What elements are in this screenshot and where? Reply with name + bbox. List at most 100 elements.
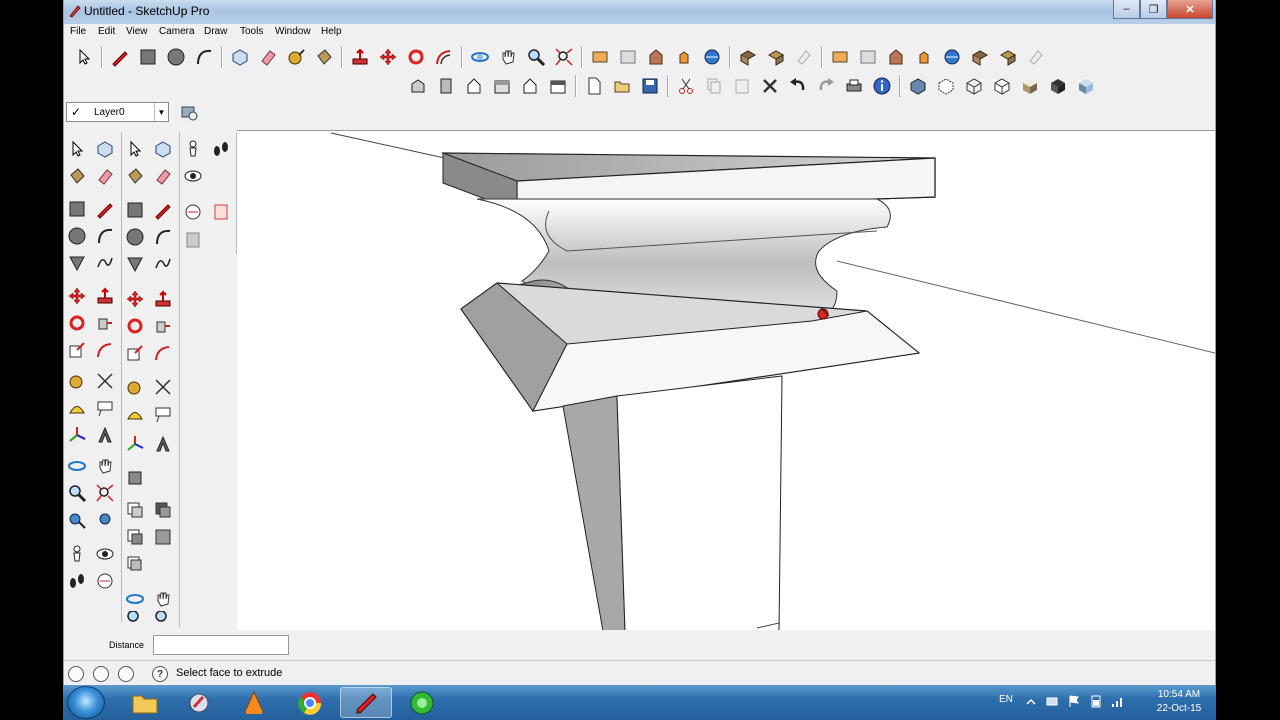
arc-icon[interactable] (93, 224, 117, 248)
follow-me-icon[interactable] (93, 311, 117, 335)
select-tool-button[interactable] (70, 44, 98, 70)
get-models-2-button[interactable] (938, 44, 966, 70)
text-icon[interactable] (93, 396, 117, 420)
zoom-button[interactable] (522, 44, 550, 70)
language-indicator[interactable]: EN (999, 694, 1013, 705)
next-view-icon[interactable] (93, 508, 117, 532)
get-models-button[interactable] (698, 44, 726, 70)
protractor-icon[interactable] (65, 396, 89, 420)
3d-text-icon[interactable] (151, 432, 175, 456)
tape-measure-icon[interactable] (123, 375, 147, 399)
paint-bucket-icon[interactable] (123, 164, 147, 188)
user-account-icon[interactable] (118, 666, 134, 682)
scale-icon[interactable] (123, 341, 147, 365)
rotate-tool-button[interactable] (402, 44, 430, 70)
arc-tool-button[interactable] (190, 44, 218, 70)
pencil-icon[interactable] (151, 198, 175, 222)
minimize-button[interactable]: ‒ (1113, 0, 1140, 19)
battery-icon[interactable] (1089, 694, 1103, 708)
menu-file[interactable]: File (70, 26, 86, 37)
share-model-button[interactable] (670, 44, 698, 70)
freehand-icon[interactable] (151, 252, 175, 276)
monochrome-style-button[interactable] (1072, 73, 1100, 99)
menu-camera[interactable]: Camera (159, 26, 195, 37)
xray-style-button[interactable] (904, 73, 932, 99)
eraser-icon[interactable] (151, 164, 175, 188)
text-icon[interactable] (151, 402, 175, 426)
dimension-icon[interactable] (151, 375, 175, 399)
hidden-line-style-button[interactable] (988, 73, 1016, 99)
right-view-button[interactable] (488, 73, 516, 99)
erase-button[interactable] (756, 73, 784, 99)
paint-bucket-button[interactable] (310, 44, 338, 70)
back-view-button[interactable] (516, 73, 544, 99)
back-edges-style-button[interactable] (932, 73, 960, 99)
rotate-icon[interactable] (65, 311, 89, 335)
layout-taskbar-button[interactable] (173, 687, 225, 718)
section-plane-icon[interactable] (181, 200, 205, 224)
share-model-2-button[interactable] (910, 44, 938, 70)
sketchup-taskbar-button[interactable] (340, 687, 392, 718)
drawing-viewport[interactable] (237, 130, 1215, 630)
3d-text-icon[interactable] (93, 423, 117, 447)
layer-dropdown[interactable]: ✓ Layer0 ▼ (66, 102, 169, 122)
credits-icon[interactable] (93, 666, 109, 682)
toggle-terrain-2-button[interactable] (854, 44, 882, 70)
add-location-button[interactable] (586, 44, 614, 70)
circle-icon[interactable] (123, 225, 147, 249)
look-around-icon[interactable] (181, 164, 205, 188)
geolocation-icon[interactable] (68, 666, 84, 682)
push-pull-icon[interactable] (93, 284, 117, 308)
orbit-icon[interactable] (123, 587, 147, 611)
measurements-input[interactable] (153, 635, 289, 655)
print-button[interactable] (840, 73, 868, 99)
previous-view-icon[interactable] (65, 508, 89, 532)
left-view-button[interactable] (544, 73, 572, 99)
position-camera-icon[interactable] (181, 137, 205, 161)
menu-tools[interactable]: Tools (240, 26, 263, 37)
chrome-taskbar-button[interactable] (284, 687, 336, 718)
polygon-icon[interactable] (123, 252, 147, 276)
menu-window[interactable]: Window (275, 26, 311, 37)
move-tool-button[interactable] (374, 44, 402, 70)
eraser-icon[interactable] (93, 164, 117, 188)
select-icon[interactable] (65, 137, 89, 161)
make-component-icon[interactable] (151, 137, 175, 161)
axes-icon[interactable] (65, 423, 89, 447)
circle-tool-button[interactable] (162, 44, 190, 70)
signal-strength-icon[interactable] (1111, 694, 1125, 708)
menu-help[interactable]: Help (321, 26, 342, 37)
iso-view-button[interactable] (404, 73, 432, 99)
look-around-icon[interactable] (93, 542, 117, 566)
push-pull-icon[interactable] (151, 287, 175, 311)
axes-icon[interactable] (123, 432, 147, 456)
menu-draw[interactable]: Draw (204, 26, 227, 37)
offset-icon[interactable] (93, 338, 117, 362)
orbit-icon[interactable] (65, 454, 89, 478)
orbit-button[interactable] (466, 44, 494, 70)
freehand-icon[interactable] (93, 251, 117, 275)
textured-style-button[interactable] (1044, 73, 1072, 99)
section-plane-icon[interactable] (123, 466, 147, 490)
pan-button[interactable] (494, 44, 522, 70)
vlc-taskbar-button[interactable] (228, 687, 280, 718)
circle-icon[interactable] (65, 224, 89, 248)
help-icon[interactable]: ? (152, 666, 168, 682)
maximize-button[interactable]: ❐ (1140, 0, 1167, 19)
section-cut-face-icon[interactable] (151, 525, 175, 549)
copy-button[interactable] (700, 73, 728, 99)
save-button[interactable] (636, 73, 664, 99)
add-location-2-button[interactable] (826, 44, 854, 70)
hand-icon[interactable] (93, 454, 117, 478)
network-icon[interactable] (1045, 694, 1059, 708)
dimension-icon[interactable] (93, 369, 117, 393)
eraser-tool-button[interactable] (254, 44, 282, 70)
zoom-window-icon[interactable] (151, 611, 175, 625)
toggle-terrain-button[interactable] (614, 44, 642, 70)
make-component-icon[interactable] (93, 137, 117, 161)
zoom-extents-icon[interactable] (93, 481, 117, 505)
display-section-icon[interactable] (181, 228, 205, 252)
magnifier-icon[interactable] (123, 611, 147, 625)
photo-textures-button[interactable] (642, 44, 670, 70)
hand-icon[interactable] (151, 587, 175, 611)
